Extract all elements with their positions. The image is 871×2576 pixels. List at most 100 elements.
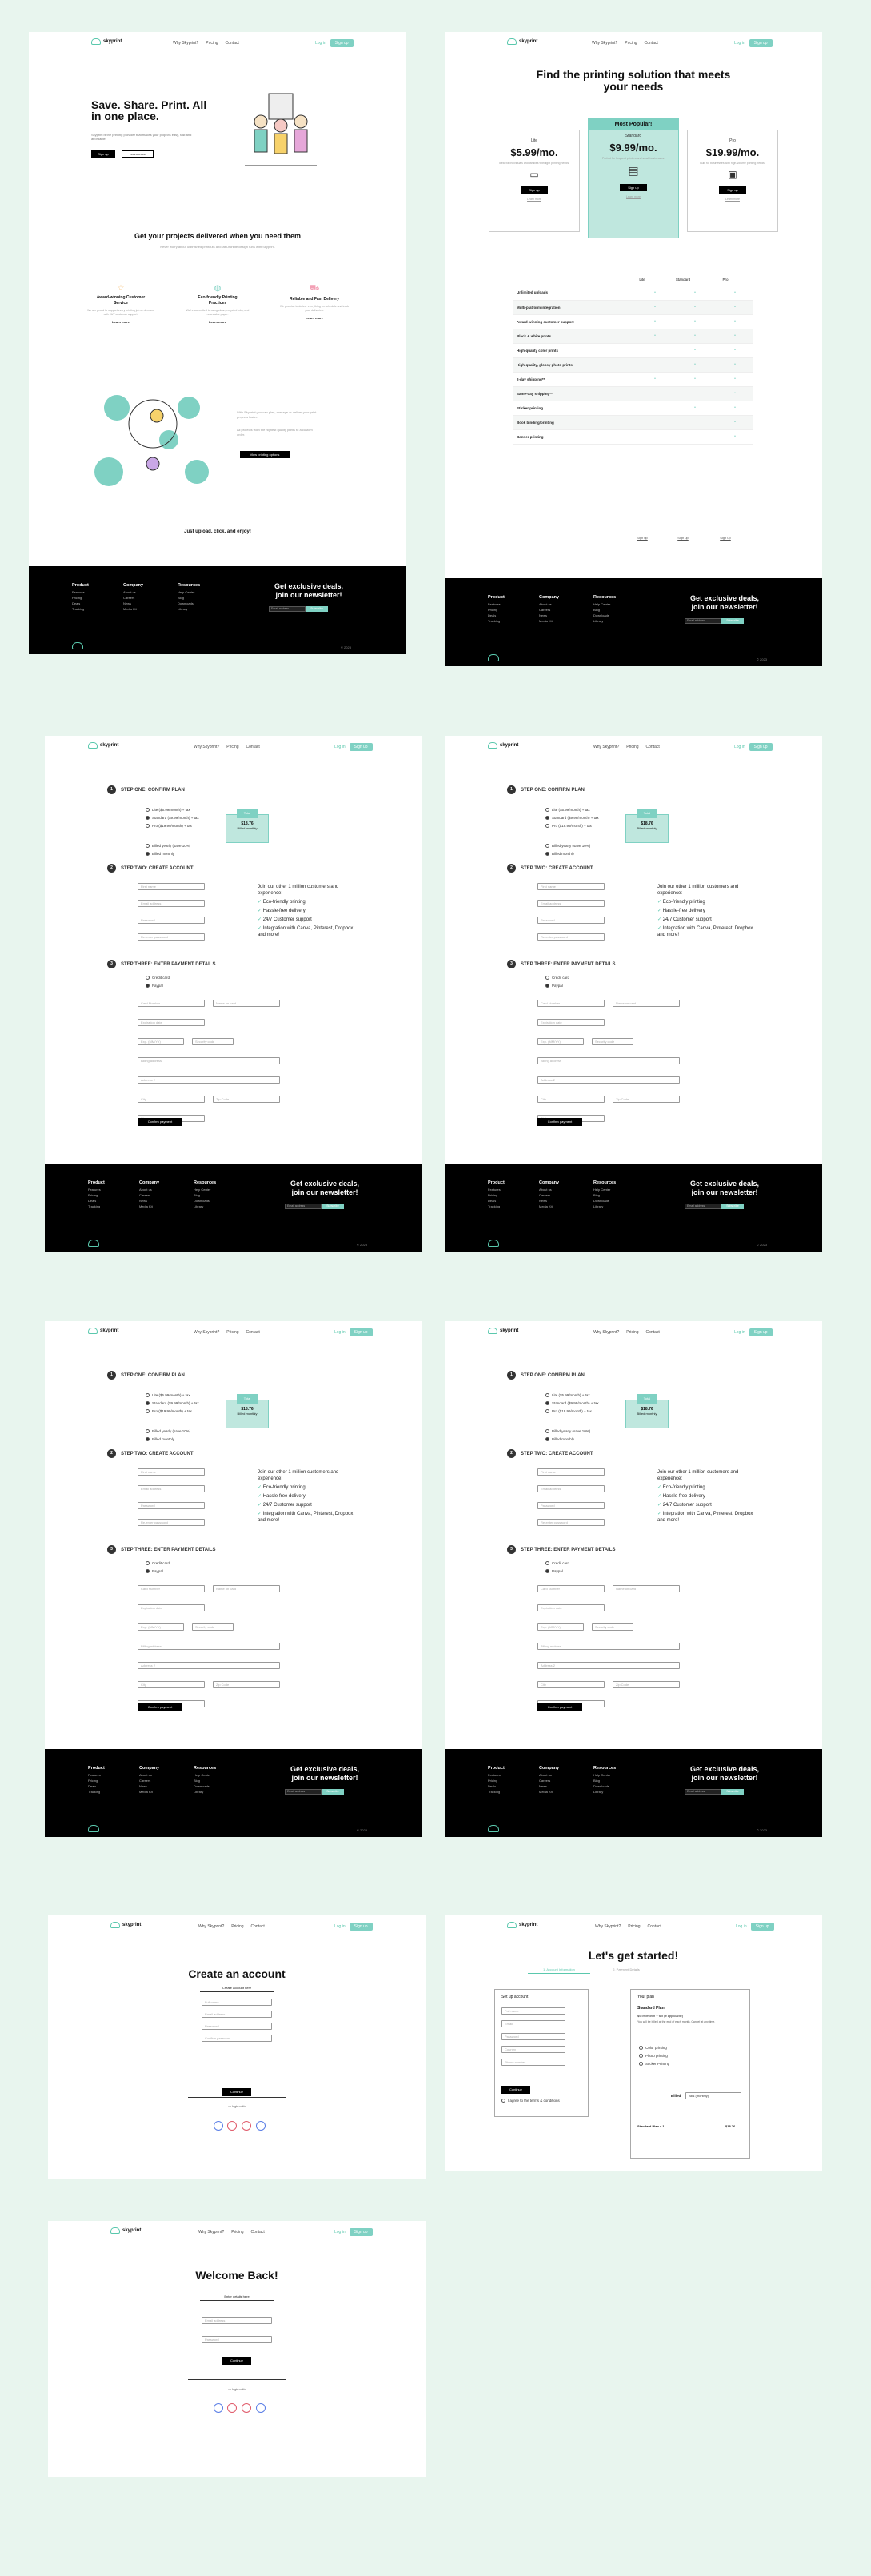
payment-field[interactable]: Name on card [613, 1000, 680, 1007]
plan-option[interactable]: Pro ($19.99/month) + tax [545, 824, 592, 828]
payment-field[interactable]: Name on card [213, 1000, 280, 1007]
account-field[interactable]: Email address [537, 1485, 605, 1492]
payment-field[interactable]: City [138, 1681, 205, 1688]
nav-contact[interactable]: Contact [251, 2230, 265, 2235]
facebook-icon[interactable] [256, 2403, 266, 2413]
logo[interactable]: skyprint [88, 1328, 118, 1334]
nav-pricing[interactable]: Pricing [231, 1924, 243, 1929]
feature-link[interactable]: Learn more [182, 320, 254, 324]
login-link[interactable]: Log in [334, 2230, 346, 2235]
payment-field[interactable]: Billing address [138, 1643, 280, 1650]
payment-option[interactable]: Paypal [545, 1569, 563, 1573]
plan-signup-button[interactable]: Sign up [719, 186, 746, 194]
terms-checkbox[interactable]: I agree to the terms & conditions [501, 2099, 560, 2103]
login-link[interactable]: Log in [734, 745, 745, 749]
payment-field[interactable]: Address 2 [138, 1662, 280, 1669]
login-link[interactable]: Log in [734, 1330, 745, 1335]
nav-contact[interactable]: Contact [251, 1924, 265, 1929]
signup-button[interactable]: Sign up [749, 1328, 773, 1336]
login-link[interactable]: Log in [315, 41, 326, 46]
hero-learn-button[interactable]: Learn more [122, 150, 154, 158]
nav-why[interactable]: Why Skyprint? [198, 2230, 224, 2235]
email-input[interactable]: Email address [685, 1204, 721, 1209]
logo[interactable]: skyprint [91, 38, 122, 45]
account-field[interactable]: First name [537, 1468, 605, 1476]
billing-option[interactable]: Billed yearly (save 10%) [146, 844, 190, 848]
view-printing-options-button[interactable]: View printing options [240, 451, 290, 458]
payment-field[interactable]: Security code [592, 1623, 633, 1631]
table-signup-lite[interactable]: Sign up [630, 536, 654, 540]
payment-field[interactable]: Zip Code [213, 1681, 280, 1688]
payment-field[interactable]: Address 2 [537, 1076, 680, 1084]
payment-field[interactable]: Billing address [537, 1643, 680, 1650]
apple-icon[interactable] [214, 2403, 223, 2413]
payment-option[interactable]: Paypal [146, 1569, 163, 1573]
nav-why[interactable]: Why Skyprint? [593, 745, 619, 749]
billing-select[interactable]: Bills (monthly) [685, 2092, 741, 2099]
google-icon[interactable] [227, 2403, 237, 2413]
nav-pricing[interactable]: Pricing [626, 745, 638, 749]
signup-button[interactable]: Sign up [750, 1923, 774, 1931]
subscribe-button[interactable]: Subscribe [721, 618, 744, 624]
payment-field[interactable]: Name on card [613, 1585, 680, 1592]
account-field[interactable]: Password [138, 1502, 205, 1509]
account-field[interactable]: Re-enter password [537, 933, 605, 941]
instagram-icon[interactable] [242, 2403, 251, 2413]
nav-why[interactable]: Why Skyprint? [194, 745, 219, 749]
billing-option[interactable]: Billed monthly [146, 1437, 174, 1441]
logo[interactable]: skyprint [507, 1922, 537, 1928]
email-input[interactable]: Email address [285, 1204, 322, 1209]
plan-option[interactable]: Pro ($19.99/month) + tax [146, 1409, 192, 1413]
country-select[interactable]: Country [501, 2046, 565, 2053]
email-input[interactable]: Email address [285, 1789, 322, 1795]
payment-field[interactable]: Expiration date [138, 1019, 205, 1026]
nav-contact[interactable]: Contact [648, 1924, 661, 1929]
payment-option[interactable]: Credit card [146, 1561, 170, 1565]
fullname-field[interactable]: Full name [202, 1999, 272, 2006]
logo[interactable]: skyprint [110, 1922, 141, 1928]
payment-option[interactable]: Credit card [545, 976, 569, 980]
nav-pricing[interactable]: Pricing [628, 1924, 640, 1929]
payment-field[interactable]: Address 2 [537, 1662, 680, 1669]
account-field[interactable]: Re-enter password [537, 1519, 605, 1526]
apple-icon[interactable] [214, 2121, 223, 2131]
nav-why[interactable]: Why Skyprint? [173, 41, 198, 46]
signup-button[interactable]: Sign up [349, 1328, 373, 1336]
payment-field[interactable]: City [138, 1096, 205, 1103]
account-field[interactable]: Email address [138, 900, 205, 907]
signup-button[interactable]: Sign up [749, 39, 773, 47]
payment-field[interactable]: Address 2 [138, 1076, 280, 1084]
payment-field[interactable]: Zip Code [613, 1681, 680, 1688]
billing-option[interactable]: Billed yearly (save 10%) [545, 1429, 590, 1433]
billing-option[interactable]: Billed monthly [545, 852, 574, 856]
plan-option[interactable]: Pro ($19.99/month) + tax [545, 1409, 592, 1413]
continue-button[interactable]: Continue [222, 2088, 251, 2096]
signup-button[interactable]: Sign up [349, 1923, 373, 1931]
nav-contact[interactable]: Contact [646, 745, 660, 749]
email-input[interactable]: Email address [685, 1789, 721, 1795]
nav-why[interactable]: Why Skyprint? [198, 1924, 224, 1929]
plan-option[interactable]: Standard ($9.99/month) + tax [146, 1401, 199, 1405]
nav-pricing[interactable]: Pricing [206, 41, 218, 46]
subscribe-button[interactable]: Subscribe [721, 1204, 744, 1209]
payment-field[interactable]: Card Number [537, 1000, 605, 1007]
payment-field[interactable]: Security code [192, 1038, 234, 1045]
hero-signup-button[interactable]: Sign up [91, 150, 115, 158]
plan-signup-button[interactable]: Sign up [521, 186, 548, 194]
payment-field[interactable]: Billing address [537, 1057, 680, 1064]
nav-contact[interactable]: Contact [646, 1330, 660, 1335]
plan-option[interactable]: Lite ($5.99/month) + tax [545, 808, 590, 812]
account-field[interactable]: Email address [537, 900, 605, 907]
plan-option[interactable]: Lite ($5.99/month) + tax [545, 1393, 590, 1397]
plan-learn-link[interactable]: Learn more [589, 195, 678, 198]
plan-learn-link[interactable]: Learn more [688, 198, 777, 201]
instagram-icon[interactable] [242, 2121, 251, 2131]
account-field[interactable]: Password [138, 917, 205, 924]
tab-account[interactable]: 1. Account Information [528, 1967, 590, 1974]
signup-button[interactable]: Sign up [330, 39, 354, 47]
payment-field[interactable]: Zip Code [613, 1096, 680, 1103]
nav-pricing[interactable]: Pricing [625, 41, 637, 46]
signup-button[interactable]: Sign up [749, 743, 773, 751]
login-link[interactable]: Log in [334, 1924, 346, 1929]
google-icon[interactable] [227, 2121, 237, 2131]
